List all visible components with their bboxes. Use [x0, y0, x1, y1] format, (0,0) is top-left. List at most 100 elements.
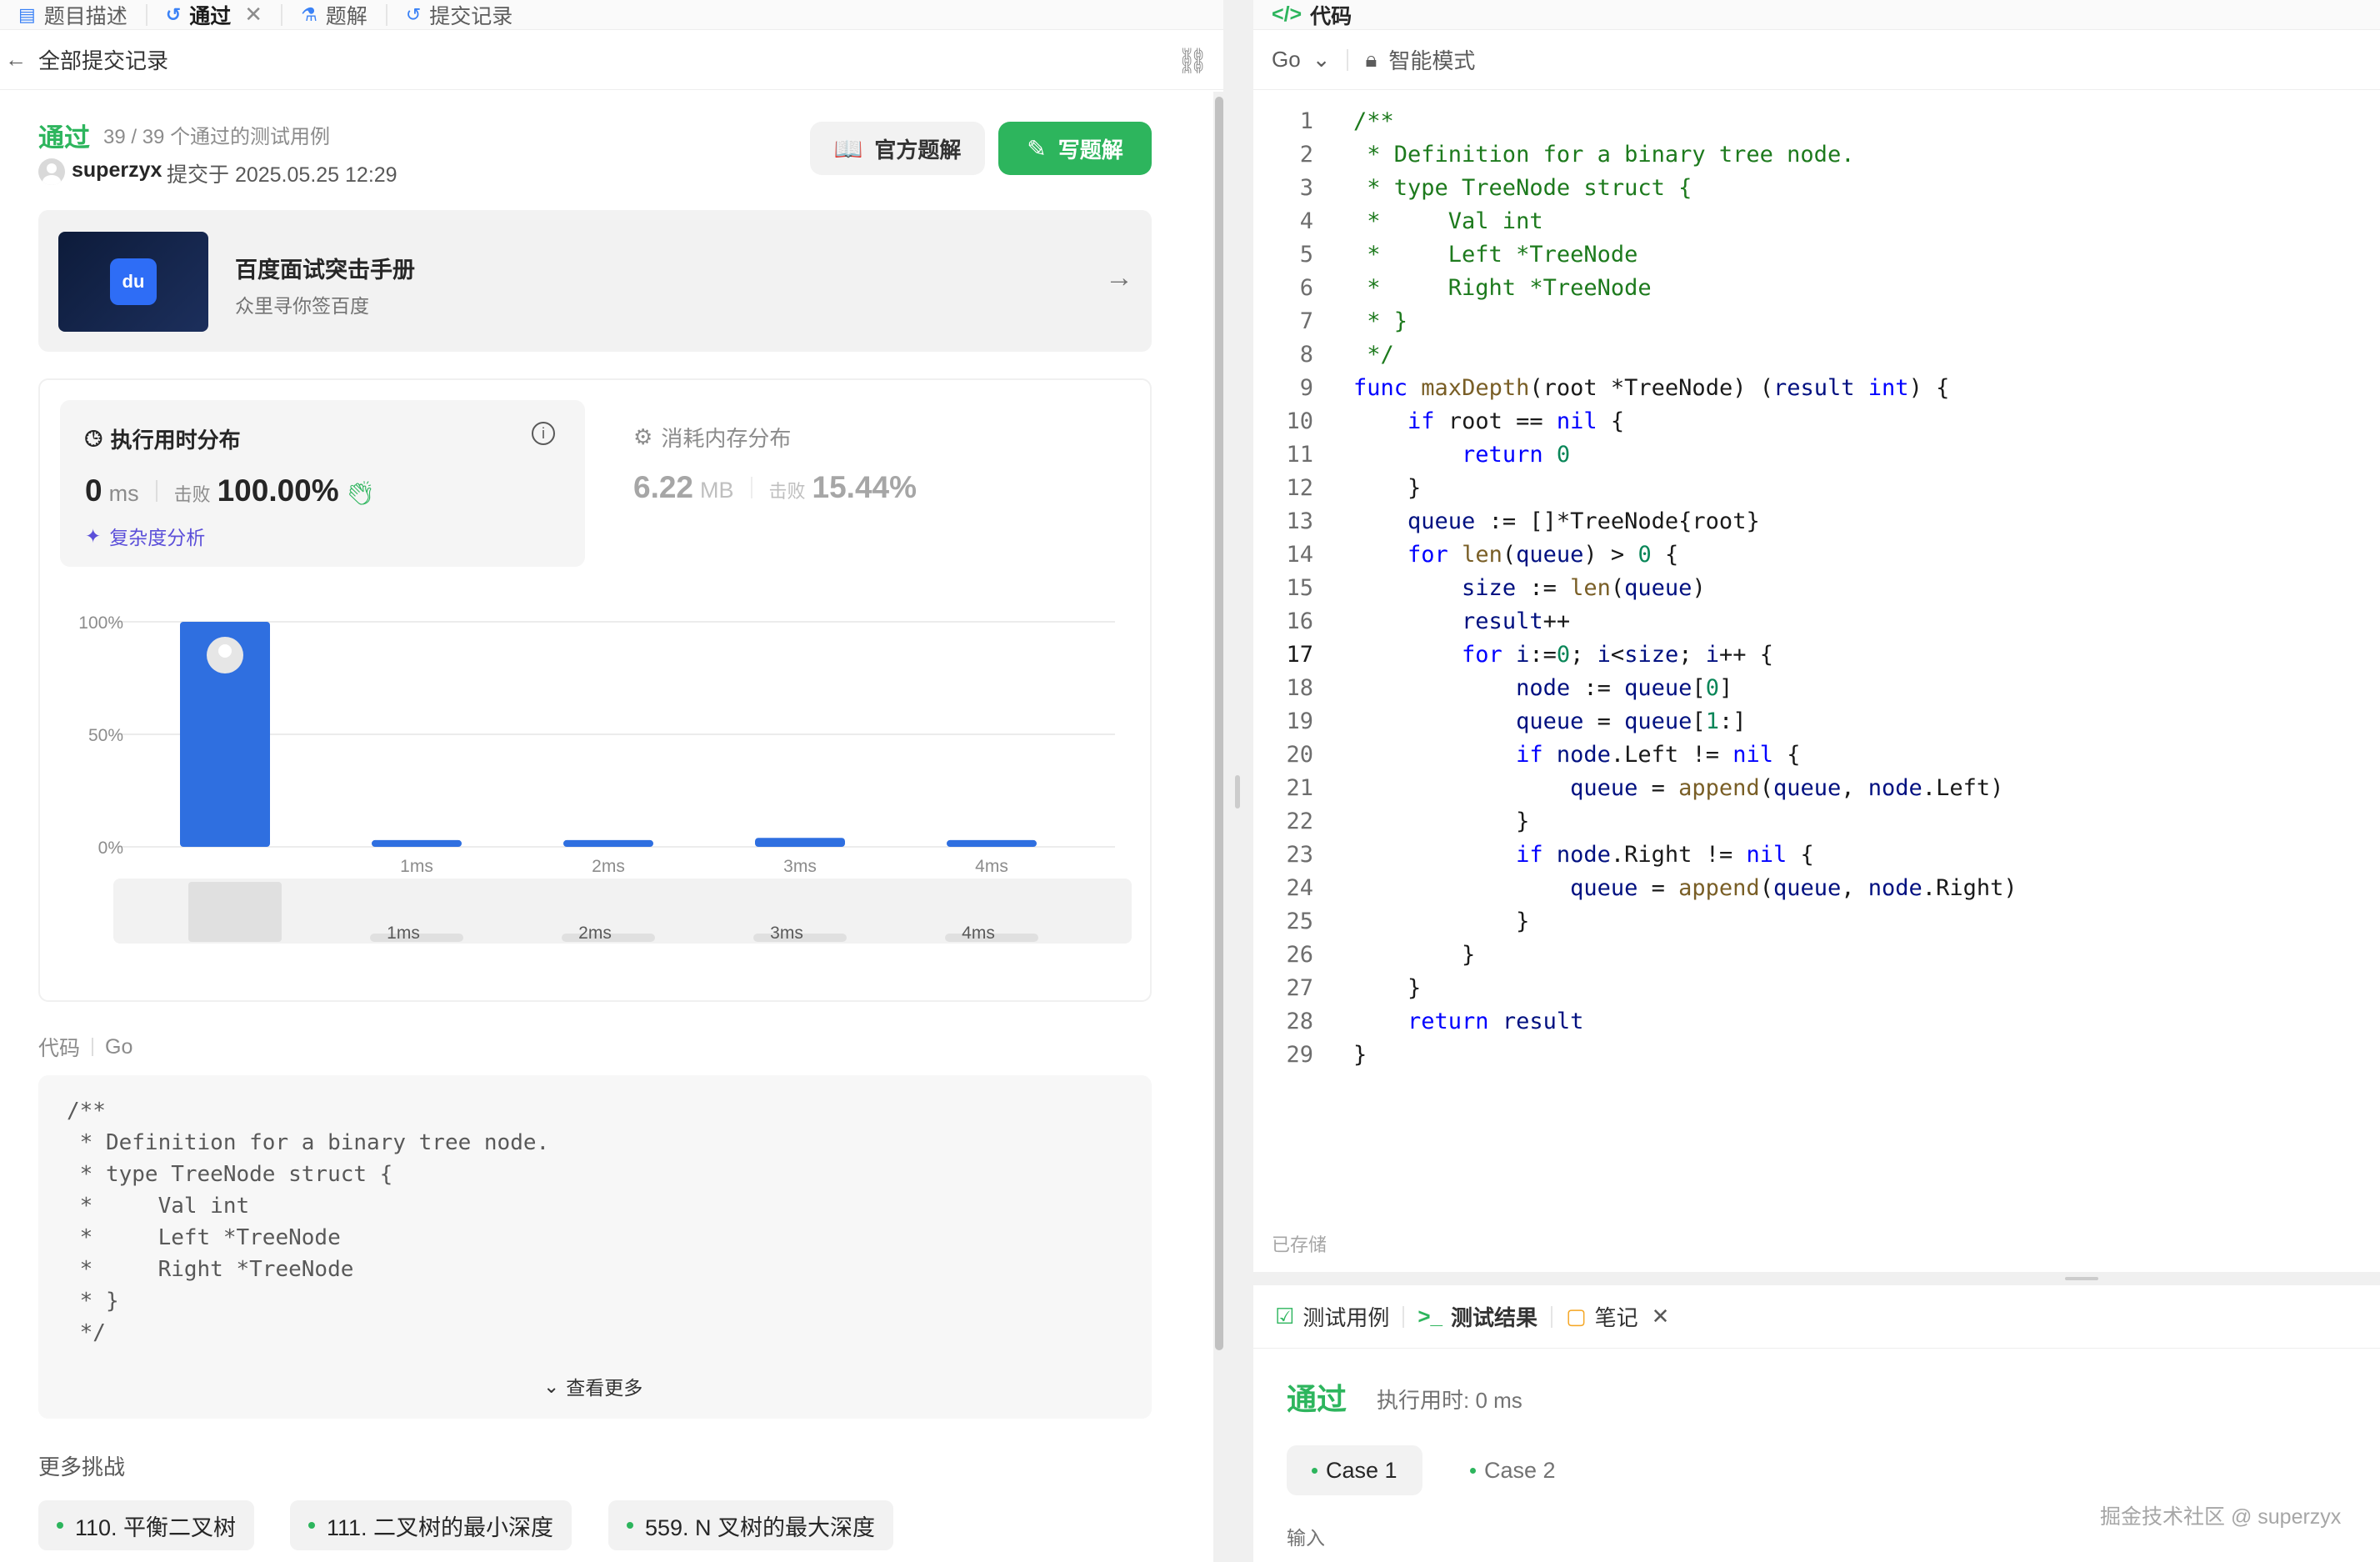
code-label: 代码 [38, 1037, 81, 1060]
code-line[interactable]: 6 * Right *TreeNode [1253, 272, 2380, 305]
line-code: * Left *TreeNode [1353, 242, 1638, 268]
code-line[interactable]: 12 } [1253, 472, 2380, 505]
code-line[interactable]: 9 func maxDepth(root *TreeNode) (result i… [1253, 372, 2380, 405]
close-icon[interactable]: ✕ [244, 2, 262, 28]
line-code: * Val int [1353, 208, 1543, 234]
code-line[interactable]: 29} [1253, 1039, 2380, 1072]
history-icon: ↺ [405, 3, 422, 25]
code-line[interactable]: 16 result++ [1253, 605, 2380, 638]
terminal-icon: >_ [1418, 1304, 1442, 1329]
code-line[interactable]: 24 queue = append(queue, node.Right) [1253, 872, 2380, 905]
tab-accepted[interactable]: ↺ 通过 ✕ [148, 0, 281, 30]
tab-solutions[interactable]: ⚗ 题解 [282, 0, 386, 30]
memory-panel[interactable]: ⚙ 消耗内存分布 [633, 422, 791, 453]
show-more-button[interactable]: ⌄ 查看更多 [543, 1372, 642, 1400]
line-code: */ [1353, 342, 1394, 368]
tab-notes[interactable]: 笔记 [1595, 1301, 1638, 1332]
runtime-panel[interactable]: 🕒︎ 执行用时分布 i 0 ms 击败 100.00% 👏︎ ✦ 复杂度分析 [60, 400, 585, 567]
doc-icon: ▤ [18, 3, 36, 25]
challenge-label: 111. 二叉树的最小深度 [327, 1514, 554, 1540]
code-line[interactable]: 4 * Val int [1253, 205, 2380, 238]
code-line[interactable]: 20 if node.Left != nil { [1253, 738, 2380, 772]
code-line[interactable]: 23 if node.Right != nil { [1253, 839, 2380, 872]
code-line[interactable]: 8 */ [1253, 338, 2380, 372]
runtime-beats: 100.00% [217, 473, 339, 508]
code-line[interactable]: 10 if root == nil { [1253, 405, 2380, 438]
memory-beats: 15.44% [812, 470, 918, 504]
code-line[interactable]: 19 queue = queue[1:] [1253, 705, 2380, 738]
code-line[interactable]: 11 return 0 [1253, 438, 2380, 472]
code-line[interactable]: 21 queue = append(queue, node.Left) [1253, 772, 2380, 805]
case-tab-2[interactable]: Case 2 [1450, 1445, 1576, 1495]
code-line[interactable]: 1 /** [1253, 105, 2380, 138]
smart-mode[interactable]: 智能模式 [1388, 44, 1475, 75]
promo-banner[interactable]: du 百度面试突击手册 众里寻你签百度 → [38, 210, 1152, 352]
info-icon[interactable]: i [532, 422, 555, 445]
code-line[interactable]: 26 } [1253, 939, 2380, 972]
baidu-logo: du [110, 258, 157, 305]
preview-code-line: * } [67, 1289, 119, 1314]
bottom-tab-bar: ☑ 测试用例 >_ 测试结果 ▢ 笔记 ✕ [1253, 1285, 2380, 1349]
runtime-unit: ms [108, 481, 139, 506]
scrollbar-thumb[interactable] [1215, 97, 1223, 1350]
line-number: 11 [1286, 442, 1313, 468]
panel-resizer[interactable] [1223, 0, 1253, 1562]
line-number: 9 [1299, 375, 1313, 401]
code-line[interactable]: 14 for len(queue) > 0 { [1253, 538, 2380, 572]
line-code: /** [1353, 108, 1394, 134]
code-line[interactable]: 25 } [1253, 905, 2380, 939]
line-number: 6 [1299, 275, 1313, 301]
avatar [38, 158, 65, 185]
code-line[interactable]: 13 queue := []*TreeNode{root} [1253, 505, 2380, 538]
username[interactable]: superzyx [72, 158, 162, 183]
promo-image: du [58, 232, 208, 332]
button-label: 官方题解 [874, 137, 962, 163]
preview-code-line: * type TreeNode struct { [67, 1162, 393, 1187]
code-icon: </> [1272, 3, 1302, 26]
challenge-chip[interactable]: 111. 二叉树的最小深度 [290, 1500, 572, 1550]
code-line[interactable]: 27 } [1253, 972, 2380, 1005]
preview-code-line: * Left *TreeNode [67, 1225, 341, 1250]
clock-icon: 🕒︎ [85, 425, 102, 451]
case-tab-1[interactable]: Case 1 [1287, 1445, 1422, 1495]
all-submissions-link[interactable]: 全部提交记录 [38, 44, 168, 75]
chevron-down-icon[interactable]: ⌄ [1312, 47, 1331, 73]
tab-testcases[interactable]: 测试用例 [1302, 1301, 1389, 1332]
line-code: node := queue[0] [1516, 675, 1733, 701]
complexity-link[interactable]: 复杂度分析 [109, 522, 205, 550]
challenge-chip[interactable]: 110. 平衡二叉树 [38, 1500, 255, 1550]
challenge-chip[interactable]: 559. N 叉树的最大深度 [608, 1500, 894, 1550]
code-line[interactable]: 7 * } [1253, 305, 2380, 338]
case-label: Case 1 [1326, 1457, 1398, 1483]
code-line[interactable]: 17 for i:=0; i<size; i++ { [1253, 638, 2380, 672]
tab-submissions[interactable]: ↺ 提交记录 [388, 0, 531, 30]
language-select[interactable]: Go [1272, 47, 1301, 73]
official-solution-button[interactable]: 📖 官方题解 [810, 122, 985, 175]
back-arrow-icon[interactable]: ← [5, 47, 27, 73]
write-solution-button[interactable]: ✎ 写题解 [998, 122, 1152, 175]
submit-time: 提交于 2025.05.25 12:29 [167, 163, 398, 187]
edit-icon: ✎ [1027, 135, 1047, 162]
book-icon: 📖 [833, 135, 863, 162]
tab-description[interactable]: ▤ 题目描述 [0, 0, 146, 30]
code-line[interactable]: 28 return result [1253, 1005, 2380, 1039]
line-code: } [1353, 942, 1476, 968]
link-icon[interactable]: ⛓ [1177, 47, 1208, 76]
code-line[interactable]: 22 } [1253, 805, 2380, 839]
runtime-chart[interactable]: 100% 50% 0% 1ms 2ms 3ms 4ms 1ms 2ms 3ms 4ms [40, 580, 1150, 980]
code-line[interactable]: 2 * Definition for a binary tree node. [1253, 138, 2380, 172]
code-editor[interactable]: 1 /** 2 * Definition for a binary tree nod… [1253, 105, 2380, 1072]
clap-icon: 👏︎ [345, 480, 376, 506]
line-number: 22 [1286, 809, 1313, 834]
panel-resizer[interactable] [1253, 1272, 2380, 1285]
close-icon[interactable]: ✕ [1652, 1304, 1670, 1329]
code-line[interactable]: 5 * Left *TreeNode [1253, 238, 2380, 272]
line-number: 3 [1299, 175, 1313, 201]
code-line[interactable]: 15 size := len(queue) [1253, 572, 2380, 605]
result-runtime: 执行用时: 0 ms [1377, 1388, 1522, 1413]
code-line[interactable]: 3 * type TreeNode struct { [1253, 172, 2380, 205]
line-code: queue = append(queue, node.Left) [1570, 775, 2004, 801]
code-line[interactable]: 18 node := queue[0] [1253, 672, 2380, 705]
editor-tab[interactable]: </> 代码 [1253, 0, 2380, 30]
tab-test-result[interactable]: 测试结果 [1451, 1301, 1538, 1332]
